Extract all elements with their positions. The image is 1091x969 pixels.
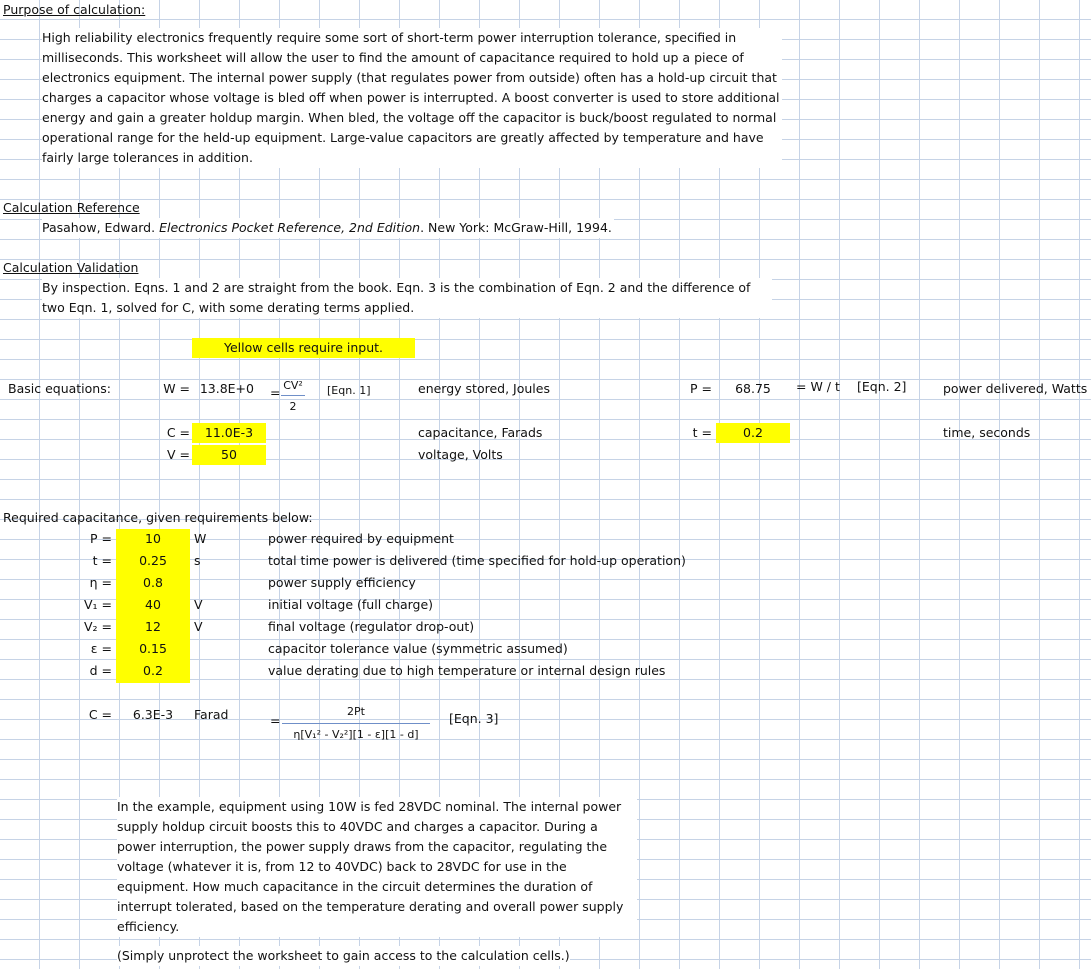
reference-citation: Pasahow, Edward. Electronics Pocket Refe… bbox=[42, 218, 614, 238]
eq3-tag: [Eqn. 3] bbox=[449, 711, 499, 726]
t-description: time, seconds bbox=[943, 425, 1031, 440]
req-input[interactable]: 10 bbox=[116, 529, 190, 551]
result-unit: Farad bbox=[194, 707, 229, 722]
req-unit: W bbox=[194, 531, 207, 546]
req-description: initial voltage (full charge) bbox=[268, 597, 434, 612]
basic-equations-label: Basic equations: bbox=[8, 381, 111, 396]
req-input[interactable]: 40 bbox=[116, 595, 190, 617]
eq1-fraction-bar bbox=[281, 395, 305, 396]
req-label: d = bbox=[89, 663, 112, 678]
w-label: W = bbox=[163, 381, 190, 396]
req-unit: V bbox=[194, 619, 203, 634]
eq3-denominator: η[V₁² - V₂²][1 - ε][1 - d] bbox=[293, 728, 419, 741]
required-heading: Required capacitance, given requirements… bbox=[3, 510, 313, 525]
reference-publisher: . New York: McGraw-Hill, 1994. bbox=[420, 220, 612, 235]
req-input[interactable]: 0.25 bbox=[116, 551, 190, 573]
req-description: value derating due to high temperature o… bbox=[268, 663, 666, 678]
purpose-text: High reliability electronics frequently … bbox=[42, 28, 782, 168]
v-description: voltage, Volts bbox=[418, 447, 503, 462]
example-text: In the example, equipment using 10W is f… bbox=[117, 797, 637, 937]
purpose-heading: Purpose of calculation: bbox=[3, 2, 146, 17]
req-input[interactable]: 0.8 bbox=[116, 573, 190, 595]
t-label: t = bbox=[692, 425, 712, 440]
validation-text: By inspection. Eqns. 1 and 2 are straigh… bbox=[42, 278, 772, 318]
req-input[interactable]: 0.15 bbox=[116, 639, 190, 661]
eq1-equals: = bbox=[270, 385, 281, 400]
eq3-equals: = bbox=[270, 713, 281, 728]
eq2-tag: [Eqn. 2] bbox=[857, 379, 907, 394]
c-description: capacitance, Farads bbox=[418, 425, 543, 440]
p-description: power delivered, Watts bbox=[943, 381, 1088, 396]
reference-author: Pasahow, Edward. bbox=[42, 220, 160, 235]
t-input[interactable]: 0.2 bbox=[716, 423, 790, 443]
req-description: final voltage (regulator drop-out) bbox=[268, 619, 475, 634]
v-input[interactable]: 50 bbox=[192, 445, 266, 465]
reference-title: Electronics Pocket Reference, 2nd Editio… bbox=[159, 220, 421, 235]
result-label: C = bbox=[88, 707, 112, 722]
req-label: V₁ = bbox=[83, 597, 112, 612]
p-value: 68.75 bbox=[735, 381, 771, 396]
eq1-numerator: CV² bbox=[283, 379, 303, 392]
req-label: t = bbox=[92, 553, 112, 568]
p-label: P = bbox=[690, 381, 712, 396]
c-input[interactable]: 11.0E-3 bbox=[192, 423, 266, 443]
eq1-description: energy stored, Joules bbox=[418, 381, 550, 396]
req-unit: V bbox=[194, 597, 203, 612]
req-description: capacitor tolerance value (symmetric ass… bbox=[268, 641, 568, 656]
footer-note: (Simply unprotect the worksheet to gain … bbox=[117, 946, 570, 966]
eq1-denominator: 2 bbox=[289, 400, 297, 413]
req-unit: s bbox=[194, 553, 201, 568]
req-label: η = bbox=[89, 575, 112, 590]
eq3-fraction-bar bbox=[282, 723, 430, 724]
req-description: power supply efficiency bbox=[268, 575, 416, 590]
result-value: 6.3E-3 bbox=[132, 707, 174, 722]
req-label: P = bbox=[90, 531, 112, 546]
v-label: V = bbox=[167, 447, 190, 462]
req-description: power required by equipment bbox=[268, 531, 454, 546]
reference-heading: Calculation Reference bbox=[3, 200, 140, 215]
validation-heading: Calculation Validation bbox=[3, 260, 139, 275]
eq3-numerator: 2Pt bbox=[347, 705, 365, 718]
req-label: ε = bbox=[90, 641, 112, 656]
eq1-tag: [Eqn. 1] bbox=[327, 384, 371, 397]
req-input[interactable]: 12 bbox=[116, 617, 190, 639]
input-legend: Yellow cells require input. bbox=[192, 338, 415, 358]
req-description: total time power is delivered (time spec… bbox=[268, 553, 686, 568]
w-value: 13.8E+0 bbox=[199, 381, 254, 396]
c-label: C = bbox=[166, 425, 190, 440]
eq2-expression: = W / t bbox=[796, 379, 840, 394]
req-input[interactable]: 0.2 bbox=[116, 661, 190, 683]
req-label: V₂ = bbox=[83, 619, 112, 634]
